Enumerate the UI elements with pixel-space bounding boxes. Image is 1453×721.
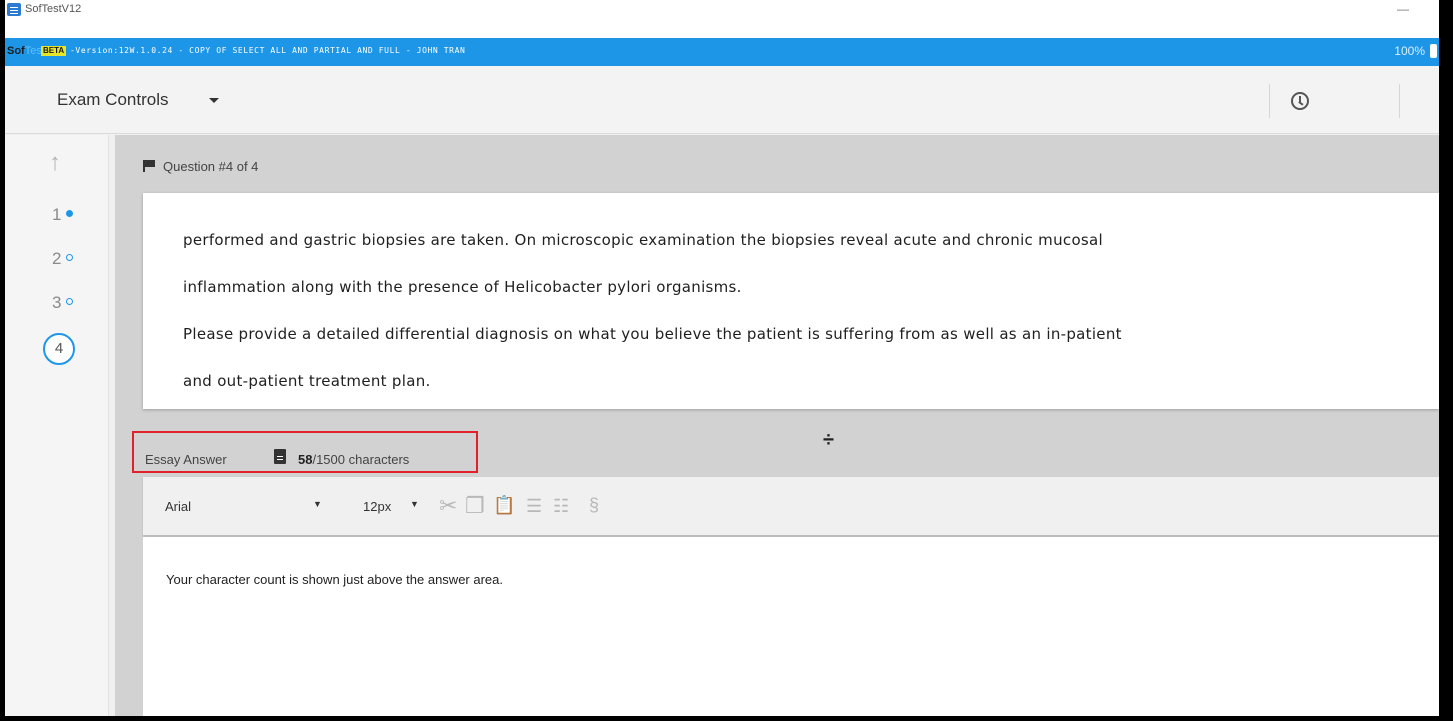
app-window: SofTestV12 — SofTest BETA -Version:12W.1… — [5, 0, 1439, 716]
question-nav-item-1[interactable]: 1 — [52, 205, 74, 225]
brand-logo: SofTest — [7, 45, 45, 57]
version-text: -Version:12W.1.0.24 - COPY OF SELECT ALL… — [70, 46, 466, 55]
numbered-list-icon[interactable]: ☷ — [553, 496, 569, 517]
paste-icon[interactable]: 📋 — [493, 495, 515, 516]
cut-icon[interactable]: ✂ — [439, 493, 457, 519]
question-nav-item-2[interactable]: 2 — [52, 249, 74, 269]
chevron-down-icon[interactable] — [209, 98, 219, 103]
font-dropdown-caret-icon[interactable]: ▼ — [313, 499, 322, 509]
copy-icon[interactable]: ❐ — [465, 493, 485, 519]
answer-text[interactable]: Your character count is shown just above… — [166, 572, 1439, 587]
section-symbol-icon[interactable]: § — [589, 495, 599, 516]
character-count: 58/1500 characters — [298, 452, 410, 467]
exam-controls-menu[interactable]: Exam Controls — [57, 90, 168, 110]
question-nav-item-3[interactable]: 3 — [52, 293, 74, 313]
question-card: performed and gastric biopsies are taken… — [143, 193, 1439, 409]
minimize-button[interactable]: — — [1397, 2, 1409, 16]
document-icon — [274, 449, 286, 464]
question-text-line: performed and gastric biopsies are taken… — [183, 231, 1103, 249]
app-icon — [7, 3, 21, 16]
font-size-select[interactable]: 12px — [363, 499, 391, 514]
flag-icon[interactable] — [143, 160, 155, 172]
question-text-line: and out-patient treatment plan. — [183, 372, 431, 390]
exam-toolbar: Exam Controls — [5, 66, 1439, 134]
question-header: Question #4 of 4 — [143, 159, 258, 174]
bullet-list-icon[interactable]: ☰ — [526, 496, 542, 517]
clock-icon[interactable] — [1291, 92, 1309, 110]
toolbar-divider — [1269, 84, 1270, 118]
answered-dot-icon — [66, 210, 74, 217]
resize-divider-icon[interactable]: ÷ — [823, 429, 834, 452]
question-text-line: inflammation along with the presence of … — [183, 278, 742, 296]
battery-level: 100% — [1394, 44, 1425, 58]
battery-icon — [1430, 44, 1437, 58]
info-banner: SofTest BETA -Version:12W.1.0.24 - COPY … — [5, 38, 1439, 66]
font-family-select[interactable]: Arial — [165, 499, 191, 514]
question-area: Question #4 of 4 performed and gastric b… — [115, 135, 1439, 716]
answer-editor[interactable]: Your character count is shown just above… — [143, 537, 1439, 716]
unanswered-dot-icon — [66, 298, 74, 305]
essay-answer-label: Essay Answer — [145, 452, 227, 467]
beta-badge: BETA — [41, 46, 67, 56]
question-number: Question #4 of 4 — [163, 159, 259, 174]
unanswered-dot-icon — [66, 254, 74, 261]
size-dropdown-caret-icon[interactable]: ▼ — [410, 499, 419, 509]
toolbar-divider — [1399, 84, 1400, 118]
question-text-line: Please provide a detailed differential d… — [183, 325, 1122, 343]
arrow-up-icon[interactable]: ↑ — [49, 149, 61, 177]
question-nav-item-4-current[interactable]: 4 — [43, 333, 75, 365]
window-title-bar: SofTestV12 — — [5, 0, 1439, 38]
question-nav: ↑ 1 2 3 4 — [5, 135, 109, 716]
window-title: SofTestV12 — [25, 3, 82, 15]
editor-toolbar: Arial ▼ 12px ▼ ✂ ❐ 📋 ☰ ☷ § — [143, 477, 1439, 536]
